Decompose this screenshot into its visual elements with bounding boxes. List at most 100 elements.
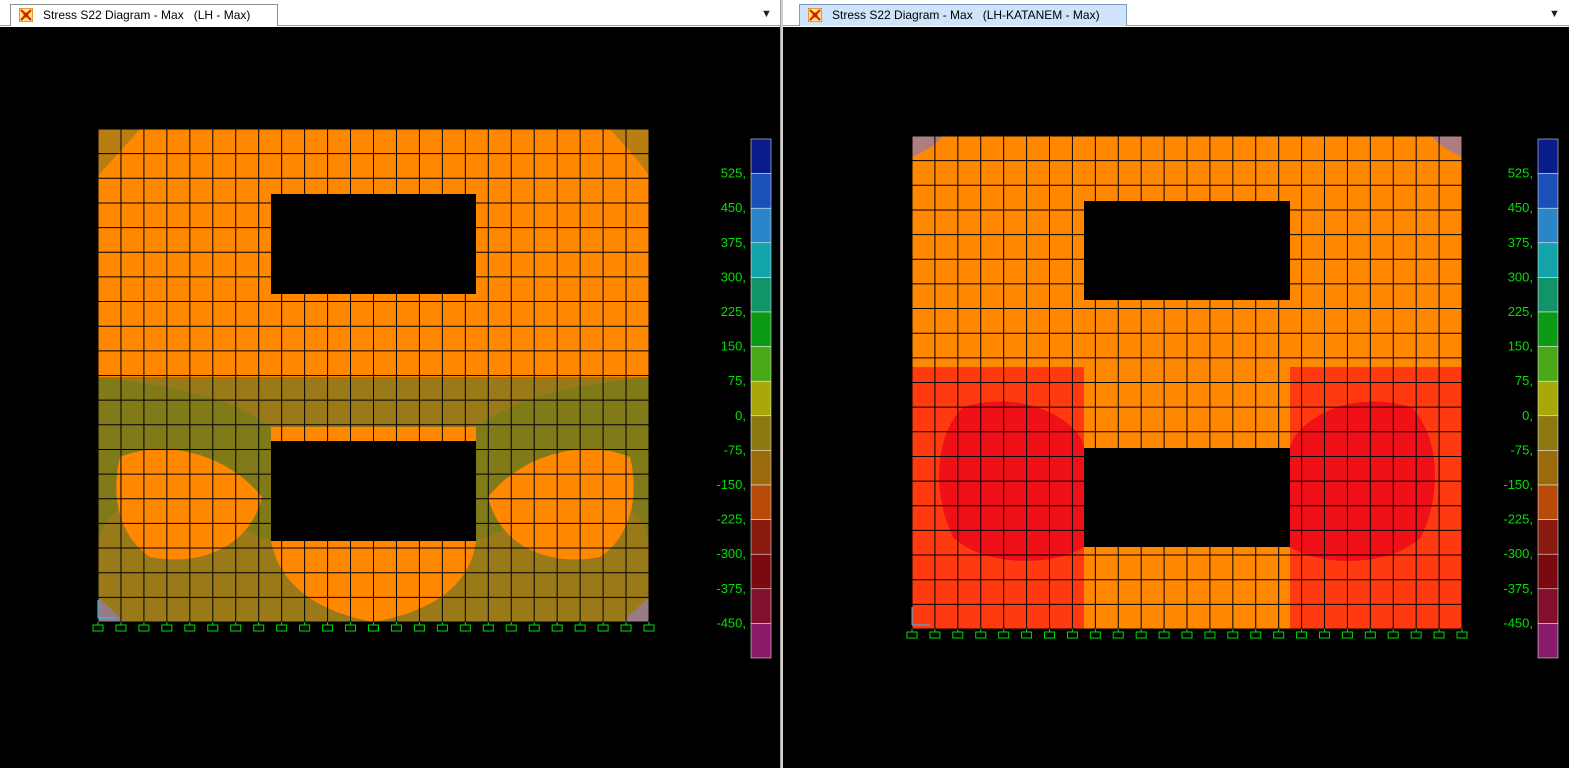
pin-support-icon [115,622,127,632]
pin-support-icon [1456,629,1468,639]
chevron-down-icon[interactable]: ▼ [761,7,772,21]
pin-support-icon [1066,629,1078,639]
legend-label: 0, [1522,408,1533,423]
legend-label: 525, [721,166,746,181]
legend-swatch [750,623,772,659]
legend-swatch [1537,450,1559,486]
pin-support-icon [138,622,150,632]
legend-swatch [750,588,772,624]
pin-support-icon [413,622,425,632]
legend-label: 225, [721,304,746,319]
legend-swatch [1537,242,1559,278]
legend-swatch [1537,415,1559,451]
pin-support-icon [1089,629,1101,639]
pin-support-icon [1112,629,1124,639]
pin-support-icon [1204,629,1216,639]
support-row [906,629,1468,639]
legend-swatch [750,415,772,451]
right-tab-bar: Stress S22 Diagram - Max (LH-KATANEM - M… [783,0,1569,26]
pin-support-icon [929,629,941,639]
pin-support-icon [952,629,964,639]
legend-swatch [1537,207,1559,244]
right-diagram-window: Stress S22 Diagram - Max (LH-KATANEM - M… [783,0,1569,768]
legend-swatch [750,450,772,486]
left-model-canvas[interactable]: 525, 450, 375, 300, 225, 150, 75, 0, -75, -150, -2… [0,27,780,768]
pin-support-icon [597,622,609,632]
legend-label: -150, [1503,477,1533,492]
pin-support-icon [368,622,379,632]
legend-swatch [1537,588,1559,624]
legend-label: 525, [1508,166,1533,181]
pin-support-icon [643,622,655,632]
legend-label: -450, [716,615,746,630]
tab-label: Stress S22 Diagram - Max (LH - Max) [43,8,251,22]
legend-swatch [750,173,772,209]
legend-swatch [1537,484,1559,520]
pin-support-icon [184,622,196,632]
legend-label: 150, [721,339,746,354]
pin-support-icon [207,622,219,632]
pin-support-icon [998,629,1010,639]
legend-swatch [750,346,772,382]
pin-support-icon [299,622,311,632]
chevron-down-icon[interactable]: ▼ [1549,7,1560,21]
legend-swatch [1537,138,1559,174]
legend-label: -375, [716,581,746,596]
legend-label: -75, [724,442,746,457]
sap-stress-icon [808,8,822,22]
legend-label: 75, [1515,373,1533,388]
pin-support-icon [906,629,918,639]
pin-support-icon [1433,629,1445,639]
legend-label: 300, [721,269,746,284]
legend-swatch [1537,519,1559,555]
left-contour-plot: 525, 450, 375, 300, 225, 150, 75, 0, -75, -150, -2… [92,128,772,659]
pin-support-icon [1135,629,1147,639]
legend-label: -300, [716,546,746,561]
legend-swatch [1537,553,1559,590]
pin-support-icon [253,622,265,632]
legend-swatch [750,277,772,313]
legend-label: 450, [721,200,746,215]
pin-support-icon [1410,629,1422,639]
pin-support-icon [230,622,242,632]
legend-swatch [750,553,772,590]
pin-support-icon [92,622,104,632]
pin-support-icon [345,622,357,632]
pin-support-icon [390,622,402,632]
pin-support-icon [1021,629,1033,639]
legend-label: 375, [721,235,746,250]
pin-support-icon [551,622,563,632]
legend-swatch [1537,346,1559,382]
pin-support-icon [1158,629,1170,639]
pin-support-icon [161,622,173,632]
pin-support-icon [528,622,540,632]
legend-label: -225, [716,512,746,527]
pin-support-icon [1341,629,1353,639]
right-model-canvas[interactable]: 525, 450, 375, 300, 225, 150, 75, 0, -75, -150, -2… [783,27,1569,768]
pin-support-icon [322,622,334,632]
legend-label: 375, [1508,235,1533,250]
sap-stress-icon [19,8,33,22]
pin-support-icon [1319,629,1330,639]
pin-support-icon [436,622,448,632]
tab-stress-s22-lh-max[interactable]: Stress S22 Diagram - Max (LH - Max) [10,4,278,26]
right-contour-plot: 525, 450, 375, 300, 225, 150, 75, 0, -75, -150, -2… [906,135,1559,659]
legend-label: 75, [728,373,746,388]
pin-support-icon [1273,629,1285,639]
legend-swatch [750,380,772,417]
pin-support-icon [1387,629,1399,639]
legend-label: -450, [1503,615,1533,630]
legend-label: -75, [1511,442,1533,457]
support-row [92,622,655,632]
pin-support-icon [1227,629,1239,639]
left-diagram-window: Stress S22 Diagram - Max (LH - Max) ▼ 52… [0,0,780,768]
pin-support-icon [505,622,517,632]
pin-support-icon [1181,629,1193,639]
tab-stress-s22-lh-katanem-max[interactable]: Stress S22 Diagram - Max (LH-KATANEM - M… [799,4,1127,26]
legend-swatch [1537,277,1559,313]
pin-support-icon [975,629,987,639]
pin-support-icon [574,622,586,632]
pin-support-icon [482,622,494,632]
legend-swatch [750,519,772,555]
legend-label: -150, [716,477,746,492]
